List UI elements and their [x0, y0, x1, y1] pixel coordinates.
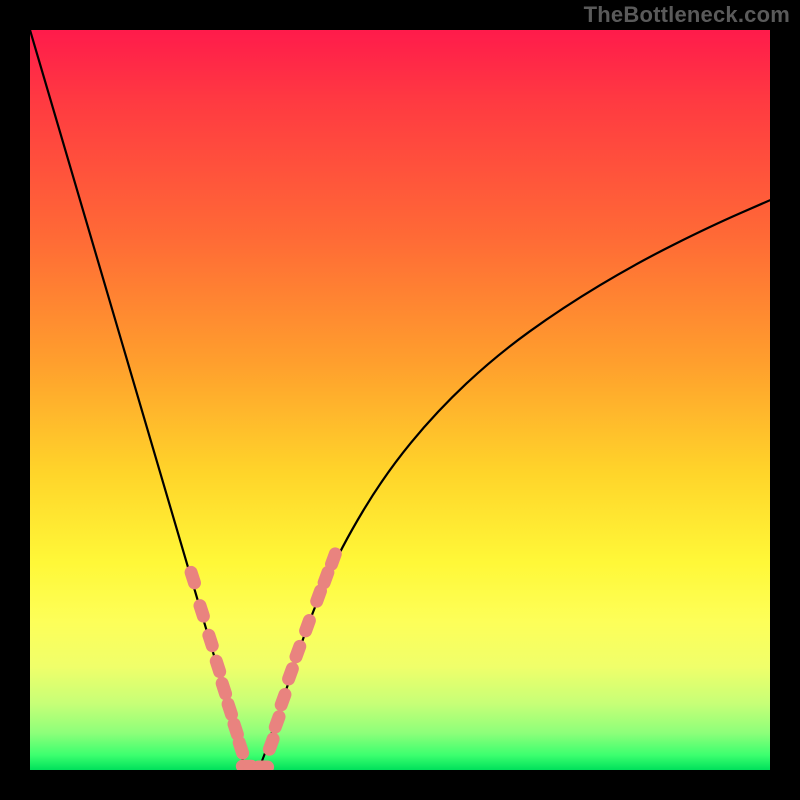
curve-bead: [252, 761, 274, 770]
curve-bead: [192, 597, 212, 624]
curve-bead: [208, 653, 228, 680]
bottleneck-curve: [30, 30, 770, 770]
curve-bead: [280, 660, 300, 687]
plot-area: [30, 30, 770, 770]
curve-markers: [183, 546, 344, 770]
curve-layer: [30, 30, 770, 770]
curve-bead: [297, 612, 317, 639]
chart-stage: TheBottleneck.com: [0, 0, 800, 800]
curve-bead: [267, 708, 287, 735]
curve-bead: [214, 675, 234, 702]
curve-bead: [273, 686, 293, 713]
curve-bead: [201, 627, 221, 654]
curve-bead: [288, 638, 308, 665]
watermark-text: TheBottleneck.com: [584, 2, 790, 28]
curve-bead: [183, 564, 203, 591]
